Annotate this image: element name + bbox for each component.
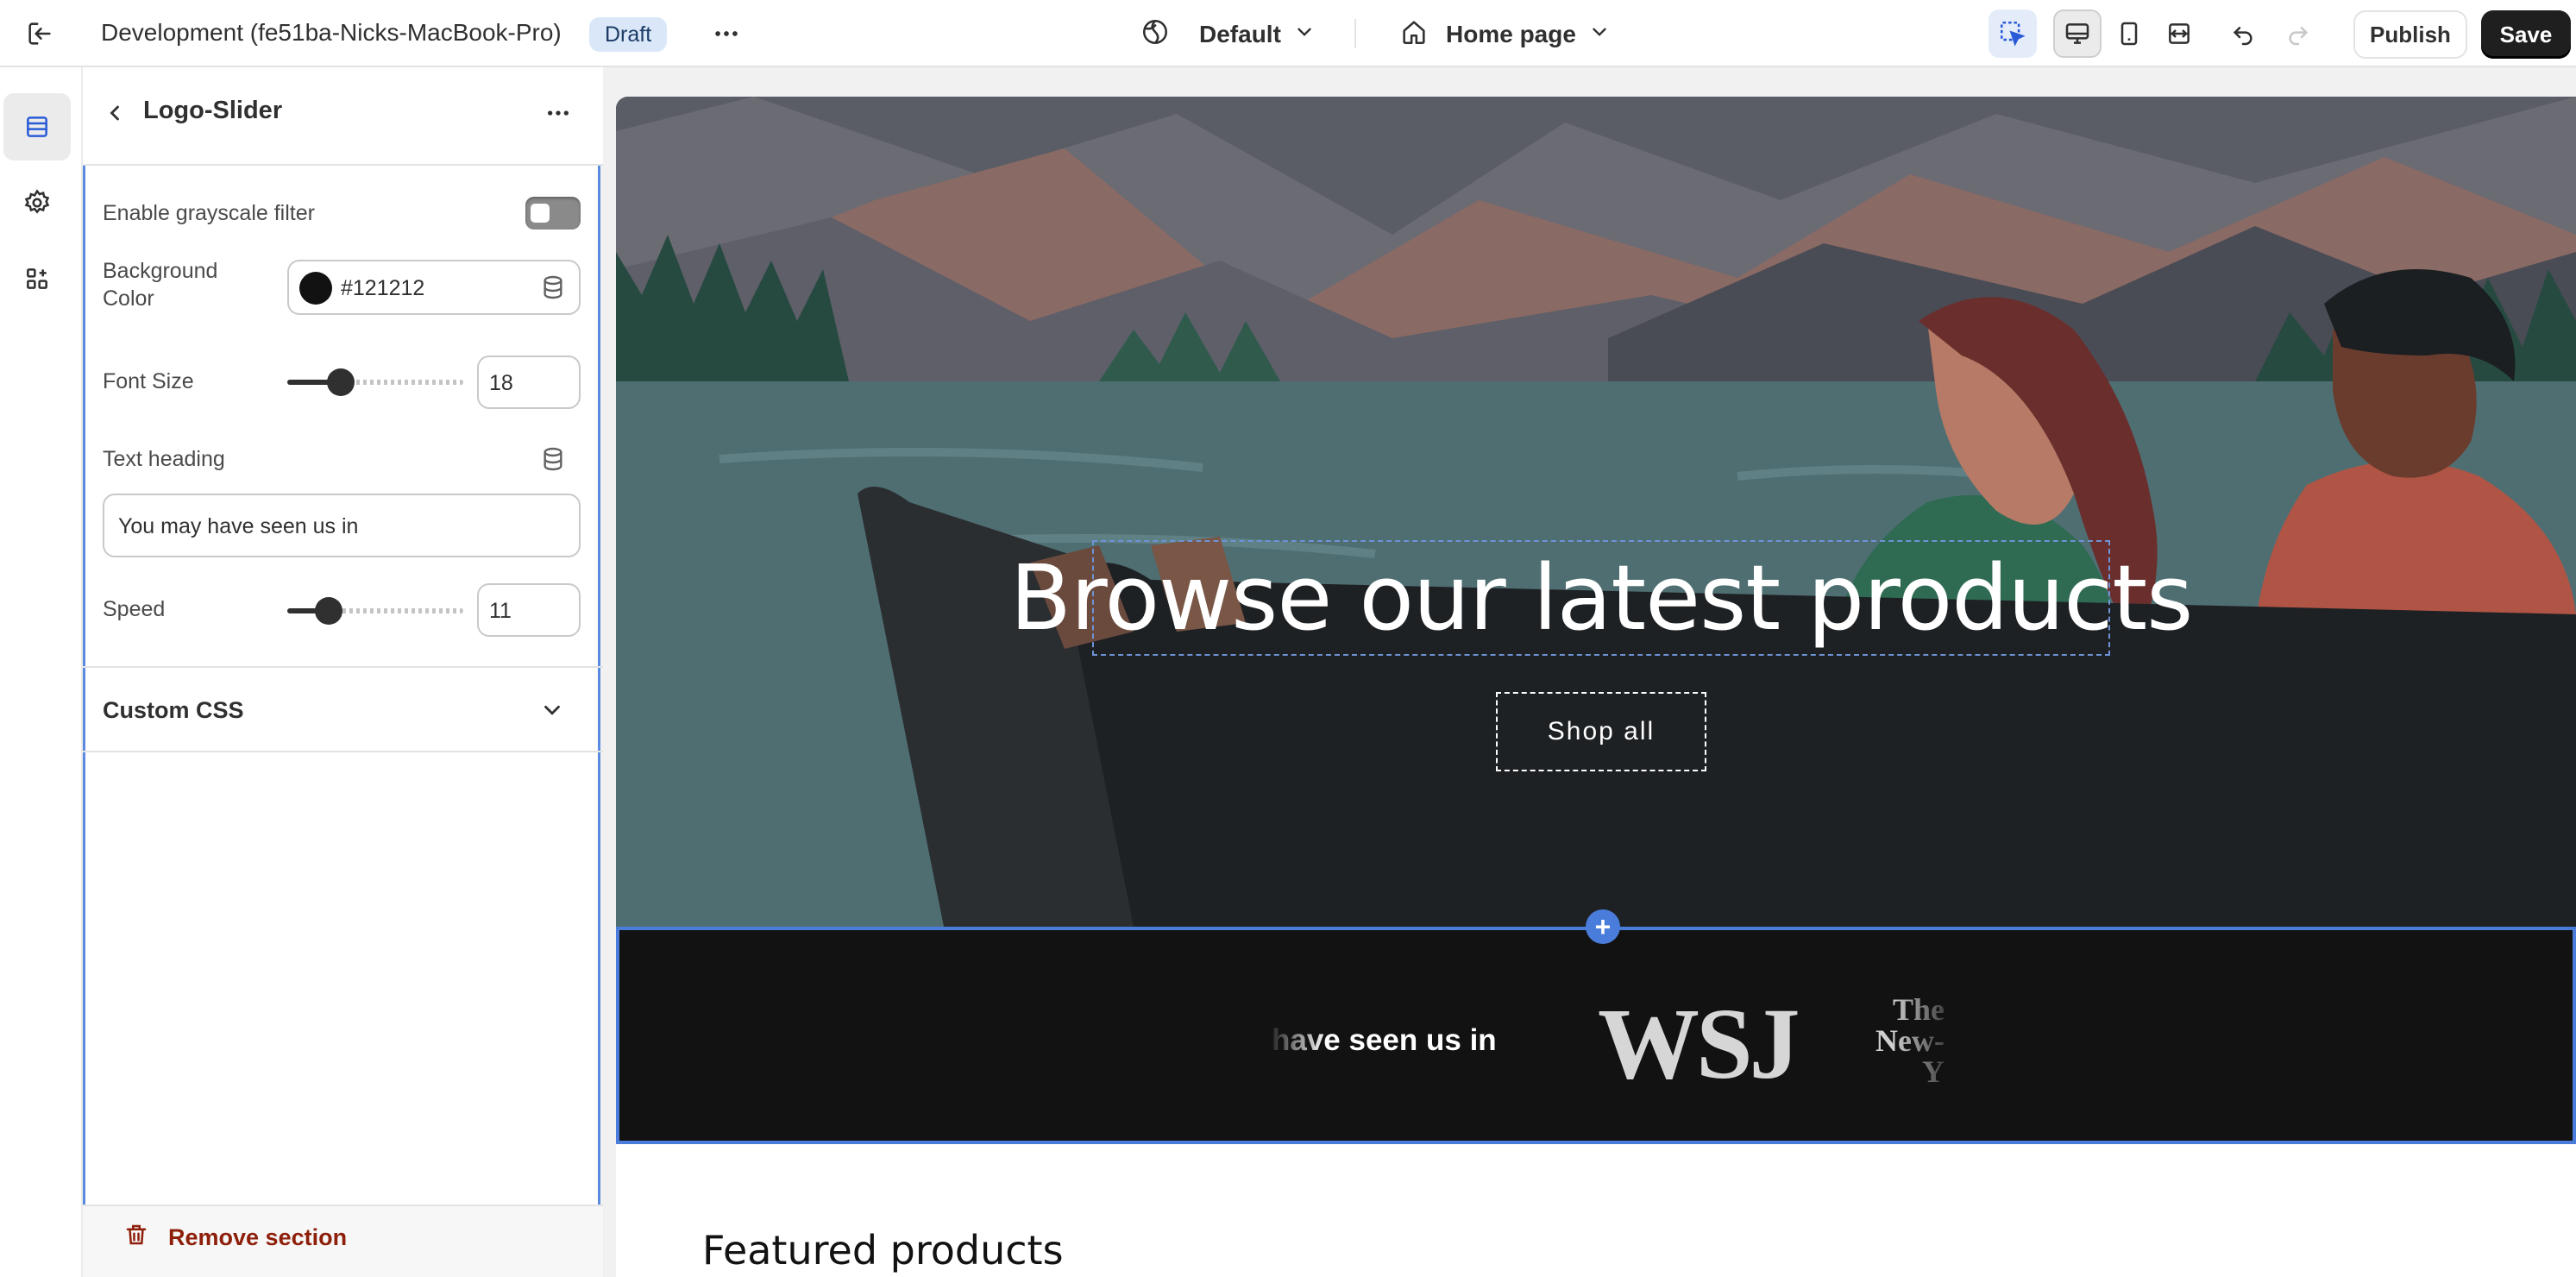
save-button[interactable]: Save (2481, 10, 2571, 59)
grayscale-label: Enable grayscale filter (103, 201, 315, 225)
hero-banner[interactable]: Browse our latest products Shop all (616, 97, 2576, 927)
color-swatch[interactable] (299, 272, 332, 305)
exit-icon[interactable] (16, 9, 64, 58)
font-size-input[interactable]: 18 (477, 355, 581, 409)
text-heading-label: Text heading (103, 447, 225, 471)
speed-label: Speed (103, 597, 166, 621)
mobile-icon[interactable] (2105, 9, 2153, 58)
theme-select-label: Default (1199, 21, 1281, 47)
speed-input[interactable]: 11 (477, 583, 581, 637)
chevron-down-icon[interactable] (539, 697, 565, 727)
inspector-icon[interactable] (1989, 9, 2037, 58)
status-badge: Draft (589, 17, 668, 52)
custom-css-accordion[interactable]: Custom CSS (103, 697, 244, 724)
undo-icon[interactable] (2219, 9, 2267, 58)
toggle-knob (531, 204, 550, 223)
section-settings-panel: Logo-Slider Enable grayscale filter Back… (83, 67, 603, 1277)
fade-overlay (1266, 1008, 1327, 1077)
background-color-label: Background Color (103, 259, 218, 311)
speed-slider-thumb[interactable] (315, 597, 342, 625)
fade-overlay (1893, 991, 1962, 1094)
home-icon (1399, 17, 1429, 53)
font-size-slider-thumb[interactable] (327, 368, 355, 396)
desktop-icon[interactable] (2053, 9, 2102, 58)
trash-icon (123, 1222, 149, 1254)
storefront-preview: Browse our latest products Shop all have… (616, 97, 2576, 1277)
background-color-field[interactable]: #121212 (287, 260, 581, 315)
left-rail (0, 67, 83, 1277)
wsj-logo: WSJ (1598, 987, 1800, 1100)
dynamic-source-icon[interactable] (539, 445, 567, 477)
publish-button[interactable]: Publish (2353, 10, 2467, 59)
apps-icon[interactable] (3, 245, 71, 312)
redo-icon[interactable] (2274, 9, 2322, 58)
divider (83, 666, 603, 668)
font-size-label: Font Size (103, 369, 194, 393)
grayscale-toggle[interactable] (525, 197, 581, 230)
store-name: Development (fe51ba-Nicks-MacBook-Pro) (101, 19, 562, 46)
more-horizontal-icon[interactable] (702, 9, 751, 58)
featured-products-heading: Featured products (702, 1227, 1064, 1274)
hero-illustration (616, 97, 2576, 927)
hero-heading[interactable]: Browse our latest products (1010, 540, 2193, 656)
more-horizontal-icon[interactable] (537, 91, 580, 135)
chevron-down-icon (1588, 21, 1611, 49)
fullwidth-icon[interactable] (2155, 9, 2203, 58)
top-bar: Development (fe51ba-Nicks-MacBook-Pro) D… (0, 0, 2576, 67)
add-section-icon[interactable]: + (1586, 909, 1620, 944)
sections-icon[interactable] (3, 93, 71, 160)
theme-select[interactable]: Default (1140, 17, 1316, 52)
globe-icon (1140, 17, 1170, 53)
divider (1354, 19, 1356, 48)
panel-header: Logo-Slider (83, 67, 603, 166)
back-icon[interactable] (93, 91, 136, 135)
panel-title: Logo-Slider (143, 97, 283, 124)
chevron-down-icon (1293, 21, 1316, 49)
page-select[interactable]: Home page (1399, 17, 1611, 52)
text-heading-input[interactable]: You may have seen us in (103, 494, 581, 557)
shop-all-button[interactable]: Shop all (1496, 692, 1706, 771)
dynamic-source-icon[interactable] (539, 274, 567, 305)
page-select-label: Home page (1446, 21, 1576, 47)
theme-settings-icon[interactable] (3, 169, 71, 236)
logo-slider-section[interactable]: have seen us in WSJ TheNew-YTim (616, 927, 2576, 1144)
remove-section-button[interactable]: Remove section (123, 1222, 347, 1254)
remove-section-label: Remove section (168, 1224, 348, 1250)
divider (83, 751, 603, 752)
color-hex-value: #121212 (341, 276, 425, 300)
